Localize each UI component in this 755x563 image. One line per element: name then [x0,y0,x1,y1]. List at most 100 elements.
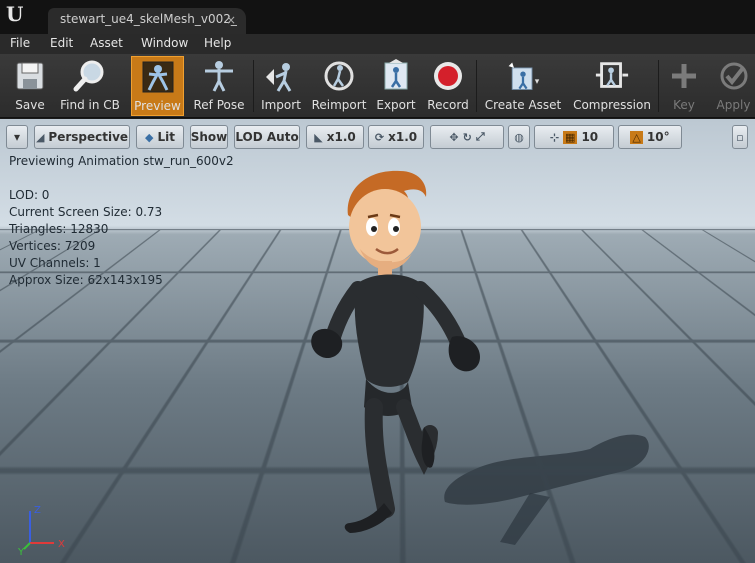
menu-file[interactable]: File [10,36,30,50]
toolbar-divider [476,60,477,112]
key-label: Key [673,98,695,112]
scale-icon[interactable]: ⤢ [476,130,485,144]
viewport-stats: Previewing Animation stw_run_600v2 LOD: … [9,153,234,289]
create-asset-button[interactable]: ▾ Create Asset [480,56,566,116]
close-icon[interactable]: × [226,13,236,27]
viewport-toolbar: ▾ ◢ Perspective ◆ Lit Show LOD Auto ◣ x1… [6,125,749,149]
preview-heading: Previewing Animation stw_run_600v2 [9,154,234,168]
rotate-icon: ⟳ [374,130,385,144]
grid-snap-icon[interactable]: ▦ [563,130,578,144]
maximize-viewport-button[interactable]: ▫ [732,125,748,149]
perspective-label: Perspective [48,130,129,144]
surface-snap-icon[interactable]: ⊹ [550,131,559,144]
check-icon [716,58,752,94]
axis-x-label: X [58,539,65,550]
apply-label: Apply [716,98,751,112]
plus-icon [666,58,702,94]
record-icon [430,58,466,94]
lit-button[interactable]: ◆ Lit [136,125,184,149]
slope-icon: ◣ [314,130,323,144]
save-label: Save [15,98,45,112]
move-icon[interactable]: ✥ [449,131,458,144]
unreal-logo-icon: U [6,2,24,26]
stat-lod: LOD: 0 [9,188,50,202]
ref-pose-label: Ref Pose [193,98,245,112]
menu-bar: File Edit Asset Window Help [0,34,755,54]
import-label: Import [261,98,301,112]
find-in-cb-button[interactable]: Find in CB [58,56,122,116]
preview-button[interactable]: Preview [131,56,184,116]
find-in-cb-label: Find in CB [60,98,120,112]
compression-button[interactable]: Compression [572,56,652,116]
rotation-snap-value: 10° [646,130,670,144]
world-local-toggle[interactable]: ◍ [508,125,530,149]
menu-asset[interactable]: Asset [90,36,123,50]
grid-snap-value: 10 [581,130,599,144]
viewport-options-dropdown[interactable]: ▾ [6,125,28,149]
export-label: Export [376,98,416,112]
ref-pose-icon [201,58,237,94]
axis-y-label: Y [18,547,25,558]
show-button[interactable]: Show [190,125,228,149]
title-bar: U stewart_ue4_skelMesh_v002_ × [0,0,755,34]
stat-triangles: Triangles: 12830 [9,222,109,236]
rotation-snap-group[interactable]: △ 10° [618,125,682,149]
svg-text:▾: ▾ [535,77,540,87]
menu-help[interactable]: Help [204,36,231,50]
axis-gizmo: Z X Y [18,505,65,558]
preview-label: Preview [134,99,181,113]
globe-icon: ◍ [514,130,524,144]
lod-label: LOD Auto [235,130,299,144]
preview-icon [140,59,176,95]
reimport-label: Reimport [311,98,367,112]
stat-approx-size: Approx Size: 62x143x195 [9,273,163,287]
ref-pose-button[interactable]: Ref Pose [190,56,248,116]
save-button[interactable]: Save [5,56,55,116]
tab-title: stewart_ue4_skelMesh_v002_ [60,12,237,26]
playback-speed-button[interactable]: ◣ x1.0 [306,125,364,149]
export-icon [378,58,414,94]
maximize-icon: ▫ [736,130,744,144]
rotate-tool-icon[interactable]: ↻ [463,131,472,144]
rotation-snap-icon[interactable]: △ [630,130,643,144]
main-toolbar: Save Find in CB Preview Ref Pose Import … [0,54,755,118]
stat-uv-channels: UV Channels: 1 [9,256,101,270]
export-button[interactable]: Export [373,56,419,116]
turntable-speed-button[interactable]: ⟳ x1.0 [368,125,424,149]
character-mesh[interactable] [300,157,510,557]
lit-sphere-icon: ◆ [145,130,154,144]
lod-button[interactable]: LOD Auto [234,125,300,149]
axis-z-label: Z [34,505,41,516]
toolbar-divider [658,60,659,112]
playback-speed-label: x1.0 [326,130,356,144]
create-asset-label: Create Asset [484,98,562,112]
reimport-icon [321,58,357,94]
create-asset-icon: ▾ [505,58,541,94]
perspective-icon: ◢ [35,130,45,144]
record-button[interactable]: Record [425,56,471,116]
turntable-speed-label: x1.0 [388,130,418,144]
import-button[interactable]: Import [257,56,305,116]
compression-icon [594,58,630,94]
stat-vertices: Vertices: 7209 [9,239,96,253]
save-icon [12,58,48,94]
lit-label: Lit [157,130,175,144]
stat-screen-size: Current Screen Size: 0.73 [9,205,163,219]
menu-window[interactable]: Window [141,36,188,50]
perspective-button[interactable]: ◢ Perspective [34,125,130,149]
preview-viewport[interactable]: ▾ ◢ Perspective ◆ Lit Show LOD Auto ◣ x1… [0,119,755,563]
apply-button[interactable]: Apply [712,56,755,116]
import-icon [263,58,299,94]
toolbar-divider [253,60,254,112]
transform-mode-group[interactable]: ✥ ↻ ⤢ [430,125,504,149]
grid-snap-group[interactable]: ⊹ ▦ 10 [534,125,614,149]
menu-edit[interactable]: Edit [50,36,73,50]
asset-tab[interactable]: stewart_ue4_skelMesh_v002_ × [48,8,246,34]
reimport-button[interactable]: Reimport [311,56,367,116]
record-label: Record [427,98,469,112]
chevron-down-icon: ▾ [13,130,21,144]
key-button[interactable]: Key [662,56,706,116]
magnifier-icon [72,58,108,94]
show-label: Show [190,130,228,144]
compression-label: Compression [573,98,651,112]
